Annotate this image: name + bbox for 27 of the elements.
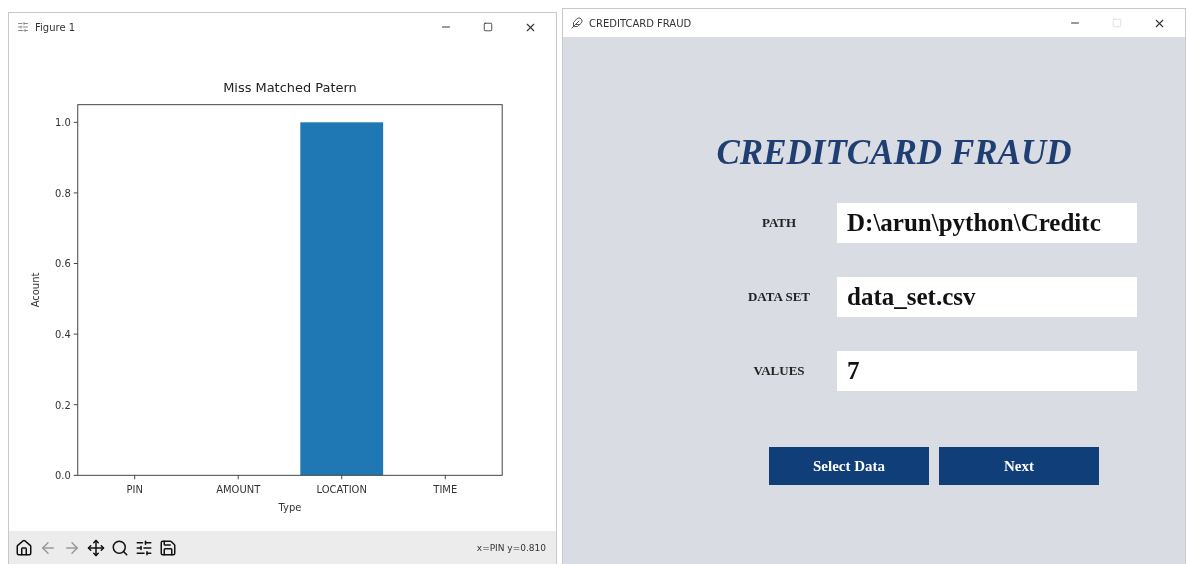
y-tick-label: 0.6 bbox=[54, 258, 71, 270]
x-tick-label: LOCATION bbox=[316, 484, 367, 496]
field-label: PATH bbox=[760, 215, 798, 231]
feather-icon bbox=[571, 17, 583, 29]
y-tick-label: 0.0 bbox=[54, 470, 71, 482]
window-title: Figure 1 bbox=[35, 21, 77, 33]
pan-icon[interactable] bbox=[85, 537, 107, 559]
app-heading: CREDITCARD FRAUD bbox=[716, 133, 1072, 173]
field-label: VALUES bbox=[752, 363, 806, 379]
x-tick-label: PIN bbox=[126, 484, 143, 496]
y-tick-label: 1.0 bbox=[54, 117, 71, 129]
input-field[interactable]: data_set.csv bbox=[837, 277, 1137, 317]
field-label: DATA SET bbox=[747, 289, 811, 305]
y-axis-label: Acount bbox=[29, 272, 41, 308]
action-button[interactable]: Next bbox=[939, 447, 1099, 485]
input-field[interactable]: D:\arun\python\Creditc bbox=[837, 203, 1137, 243]
chart-title: Miss Matched Patern bbox=[223, 79, 357, 95]
y-tick-label: 0.4 bbox=[54, 329, 71, 341]
y-tick-label: 0.2 bbox=[54, 399, 71, 411]
x-tick-label: AMOUNT bbox=[216, 484, 261, 496]
input-field[interactable]: 7 bbox=[837, 351, 1137, 391]
cursor-coordinates: x=PIN y=0.810 bbox=[476, 543, 547, 553]
window-title: CREDITCARD FRAUD bbox=[589, 17, 693, 29]
x-axis-label: Type bbox=[278, 502, 302, 514]
action-button[interactable]: Select Data bbox=[769, 447, 929, 485]
y-tick-label: 0.8 bbox=[54, 187, 71, 199]
x-tick-label: TIME bbox=[433, 484, 458, 496]
